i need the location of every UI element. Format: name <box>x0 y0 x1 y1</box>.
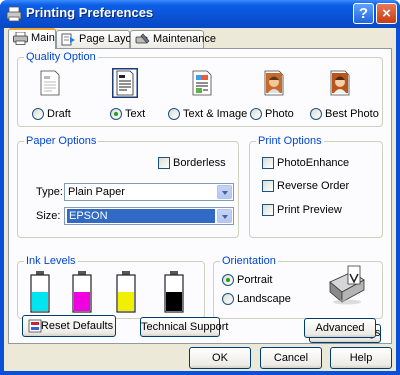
photo-enhance-label[interactable]: PhotoEnhance <box>277 157 349 169</box>
title-bar[interactable]: Printing Preferences ? × <box>0 0 400 28</box>
page-layout-icon <box>61 33 75 46</box>
magenta-ink-cartridge <box>72 271 92 313</box>
black-ink-cartridge <box>164 271 184 313</box>
ink-levels-group: Ink Levels <box>17 255 205 319</box>
tab-maintenance[interactable]: Maintenance <box>130 30 216 48</box>
reset-defaults-icon <box>28 319 42 333</box>
borderless-checkbox[interactable] <box>158 157 170 169</box>
close-glyph: × <box>382 5 391 22</box>
technical-support-button[interactable]: Technical Support <box>140 317 228 337</box>
cyan-ink-level <box>32 292 48 311</box>
dialog-client: Main Page Layout Maintenance Quality Opt… <box>4 28 396 371</box>
quality-photo-radio[interactable] <box>250 108 262 120</box>
quality-option-group: Quality Option Draft Text Text & Image P… <box>17 51 383 127</box>
title-close-button[interactable]: × <box>376 3 397 24</box>
maintenance-wrench-icon <box>135 33 150 44</box>
reverse-order-checkbox[interactable] <box>262 180 274 192</box>
title-help-button[interactable]: ? <box>353 3 374 24</box>
quality-best-photo-label[interactable]: Best Photo <box>325 108 379 120</box>
paper-type-value: Plain Paper <box>68 186 125 198</box>
chevron-down-icon[interactable] <box>217 185 232 199</box>
quality-draft-label[interactable]: Draft <box>47 108 71 120</box>
advanced-button[interactable]: Advanced <box>304 318 376 338</box>
cancel-button[interactable]: Cancel <box>260 347 322 369</box>
ink-levels-title: Ink Levels <box>24 255 78 267</box>
print-options-group: Print Options PhotoEnhance Reverse Order… <box>249 135 383 238</box>
printer-tab-icon <box>13 32 28 45</box>
window-title: Printing Preferences <box>26 5 154 20</box>
landscape-radio[interactable] <box>222 293 234 305</box>
portrait-printer-icon <box>329 265 365 305</box>
orientation-title: Orientation <box>220 255 278 267</box>
quality-best-photo-radio[interactable] <box>310 108 322 120</box>
portrait-label[interactable]: Portrait <box>237 274 272 286</box>
ok-button[interactable]: OK <box>189 347 251 369</box>
magenta-ink-level <box>74 292 90 311</box>
cyan-ink-cartridge <box>30 271 50 313</box>
quality-text-radio[interactable] <box>110 108 122 120</box>
print-preview-checkbox[interactable] <box>262 204 274 216</box>
help-button[interactable]: Help <box>330 347 392 369</box>
quality-text-label[interactable]: Text <box>125 108 145 120</box>
reverse-order-label[interactable]: Reverse Order <box>277 180 349 192</box>
black-ink-level <box>166 292 182 311</box>
photo-portrait-icon <box>264 70 284 96</box>
tab-main-label: Main <box>31 32 55 44</box>
printer-icon <box>6 6 22 22</box>
text-page-icon <box>112 68 138 98</box>
help-glyph: ? <box>358 5 369 22</box>
paper-type-label: Type: <box>36 186 63 198</box>
portrait-radio[interactable] <box>222 274 234 286</box>
yellow-ink-cartridge <box>116 271 136 313</box>
printing-preferences-window: Printing Preferences ? × Main Page Layou… <box>0 0 400 375</box>
paper-options-group: Paper Options Borderless Type: Plain Pap… <box>17 135 239 238</box>
borderless-label[interactable]: Borderless <box>173 157 226 169</box>
quality-text-image-label[interactable]: Text & Image <box>183 108 247 120</box>
paper-size-dropdown[interactable]: EPSON <box>64 207 234 225</box>
main-tab-panel: Quality Option Draft Text Text & Image P… <box>8 48 392 344</box>
quality-draft-radio[interactable] <box>32 108 44 120</box>
paper-size-value: EPSON <box>67 209 215 223</box>
landscape-label[interactable]: Landscape <box>237 293 291 305</box>
paper-options-title: Paper Options <box>24 135 99 147</box>
paper-size-label: Size: <box>36 210 61 222</box>
yellow-ink-level <box>118 292 134 311</box>
best-photo-portrait-icon <box>330 70 350 96</box>
print-preview-label[interactable]: Print Preview <box>277 204 342 216</box>
reset-defaults-button[interactable]: Reset Defaults <box>22 315 116 337</box>
tab-maintenance-label: Maintenance <box>153 33 216 45</box>
chevron-down-icon[interactable] <box>217 209 232 223</box>
print-options-title: Print Options <box>256 135 324 147</box>
quality-text-image-radio[interactable] <box>168 108 180 120</box>
orientation-group: Orientation Portrait Landscape <box>213 255 383 319</box>
tab-page-layout[interactable]: Page Layout <box>56 30 141 48</box>
photo-enhance-checkbox[interactable] <box>262 157 274 169</box>
quality-photo-label[interactable]: Photo <box>265 108 294 120</box>
paper-type-dropdown[interactable]: Plain Paper <box>64 183 234 201</box>
tab-main[interactable]: Main <box>8 28 56 49</box>
quality-option-title: Quality Option <box>24 51 98 63</box>
text-image-page-icon <box>192 70 212 96</box>
reset-defaults-label: Reset Defaults <box>40 320 114 332</box>
draft-page-icon <box>40 70 60 96</box>
